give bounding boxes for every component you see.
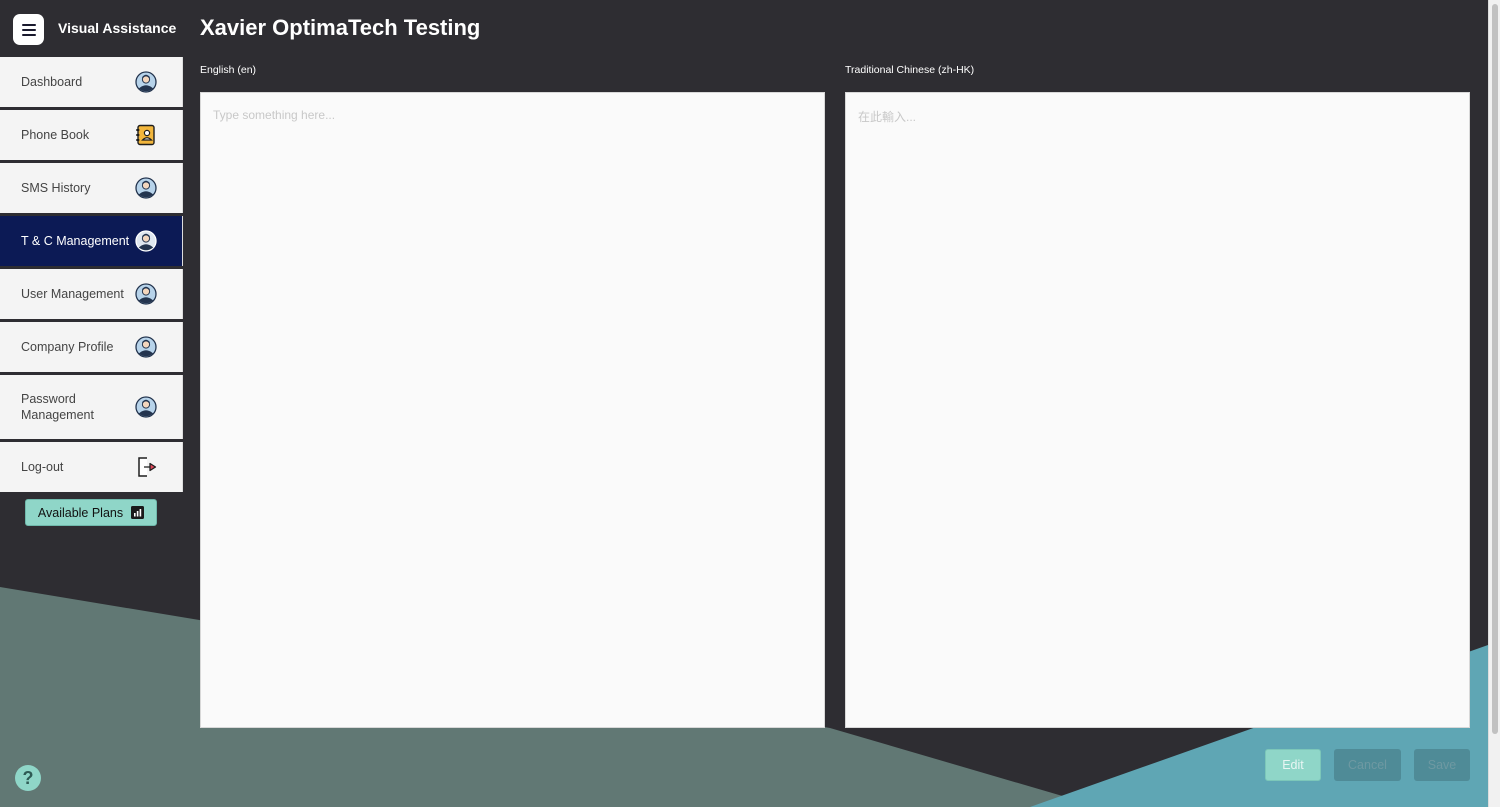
chinese-editor-label: Traditional Chinese (zh-HK): [845, 64, 975, 76]
sidebar-item-label: T & C Management: [21, 234, 130, 248]
app-name: Visual Assistance: [58, 20, 177, 36]
user-avatar-icon: [134, 282, 158, 306]
available-plans-label: Available Plans: [37, 505, 124, 520]
sidebar-item-label: Company Profile: [21, 340, 114, 354]
page-title: Xavier OptimaTech Testing: [200, 15, 481, 40]
sidebar-item-phone-book[interactable]: Phone Book: [0, 110, 183, 160]
sidebar-item-label: SMS History: [21, 181, 91, 195]
bar-chart-icon: [131, 506, 145, 519]
sidebar-item-user-management[interactable]: User Management: [0, 269, 183, 319]
sidebar-item-dashboard[interactable]: Dashboard: [0, 57, 183, 107]
user-avatar-icon: [134, 176, 158, 200]
cancel-button[interactable]: Cancel: [1334, 749, 1401, 781]
save-button[interactable]: Save: [1414, 749, 1470, 781]
hamburger-icon: [21, 23, 36, 36]
sidebar-item-label: Phone Book: [21, 128, 90, 142]
sidebar-item-label: Password Management: [21, 392, 94, 422]
sidebar-item-password-management[interactable]: Password Management: [0, 375, 183, 439]
phonebook-icon: [134, 123, 158, 147]
sidebar-item-label: User Management: [21, 287, 124, 301]
chinese-text-editor[interactable]: [845, 92, 1470, 728]
english-text-editor[interactable]: [200, 92, 825, 728]
user-avatar-icon: [134, 70, 158, 94]
sidebar-item-label: Log-out: [21, 460, 64, 474]
edit-button[interactable]: Edit: [1265, 749, 1321, 781]
english-editor-label: English (en): [200, 64, 257, 76]
scrollbar-thumb[interactable]: [1492, 4, 1498, 734]
user-avatar-icon: [134, 335, 158, 359]
sidebar-item-tc-management[interactable]: T & C Management: [0, 216, 183, 266]
user-avatar-icon: [134, 395, 158, 419]
help-button[interactable]: ?: [15, 765, 41, 791]
logout-icon: [134, 455, 158, 479]
sidebar-item-sms-history[interactable]: SMS History: [0, 163, 183, 213]
sidebar-item-label: Dashboard: [21, 75, 83, 89]
page-scrollbar[interactable]: [1488, 0, 1500, 807]
user-avatar-icon: [134, 229, 158, 253]
available-plans-button[interactable]: Available Plans: [25, 499, 157, 526]
sidebar-item-log-out[interactable]: Log-out: [0, 442, 183, 492]
hamburger-menu-button[interactable]: [13, 14, 44, 45]
help-icon: ?: [22, 767, 34, 788]
sidebar: Dashboard Phone Book SMS History T & C M…: [0, 57, 183, 495]
sidebar-item-company-profile[interactable]: Company Profile: [0, 322, 183, 372]
